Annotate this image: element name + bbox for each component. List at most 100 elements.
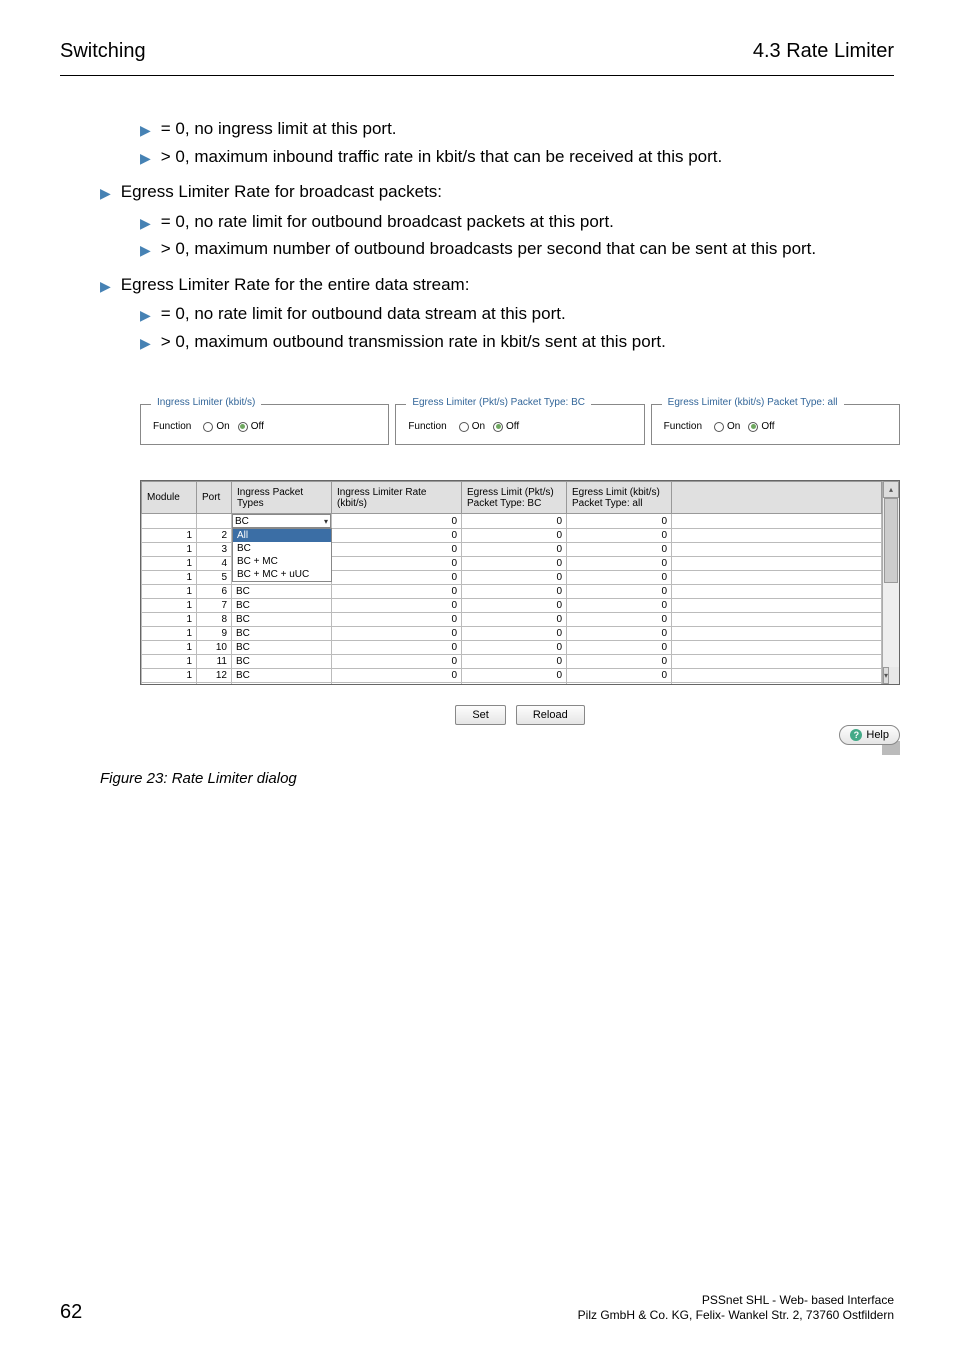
vertical-scrollbar[interactable]: ▴ ▾ bbox=[882, 481, 899, 684]
cell-egress-all[interactable]: 0 bbox=[567, 655, 672, 669]
cell-egress-bc[interactable]: 0 bbox=[462, 543, 567, 557]
groupbox-legend: Egress Limiter (kbit/s) Packet Type: all bbox=[662, 397, 844, 408]
cell-ingress-rate[interactable]: 0 bbox=[332, 543, 462, 557]
radio-on[interactable]: On bbox=[714, 421, 740, 432]
scroll-thumb[interactable] bbox=[884, 498, 898, 583]
cell-ingress-type[interactable]: BC bbox=[232, 613, 332, 627]
cell-spacer bbox=[672, 557, 882, 571]
cell-ingress-rate[interactable]: 0 bbox=[332, 627, 462, 641]
cell-egress-all[interactable]: 0 bbox=[567, 627, 672, 641]
cell-egress-all[interactable]: 0 bbox=[567, 514, 672, 529]
header-right: 4.3 Rate Limiter bbox=[753, 40, 894, 63]
table-row[interactable]: 1 12 BC 0 0 0 bbox=[142, 669, 882, 683]
col-port[interactable]: Port bbox=[197, 482, 232, 514]
cell-ingress-type[interactable]: BC bbox=[232, 641, 332, 655]
cell-egress-all[interactable]: 0 bbox=[567, 529, 672, 543]
cell-ingress-rate[interactable]: 0 bbox=[332, 599, 462, 613]
reload-button[interactable]: Reload bbox=[516, 705, 585, 725]
cell-ingress-type[interactable]: BC bbox=[232, 599, 332, 613]
cell-ingress-type[interactable]: BC bbox=[232, 655, 332, 669]
radio-on[interactable]: On bbox=[459, 421, 485, 432]
col-ingress-type[interactable]: Ingress Packet Types bbox=[232, 482, 332, 514]
dropdown-option[interactable]: All bbox=[233, 529, 331, 542]
cell-egress-all[interactable]: 0 bbox=[567, 557, 672, 571]
cell-ingress-type[interactable]: BC bbox=[232, 683, 332, 686]
col-egress-all[interactable]: Egress Limit (kbit/s) Packet Type: all bbox=[567, 482, 672, 514]
radio-off[interactable]: Off bbox=[748, 421, 774, 432]
section-heading: ▶ Egress Limiter Rate for the entire dat… bbox=[100, 272, 894, 298]
table-row[interactable]: 1 11 BC 0 0 0 bbox=[142, 655, 882, 669]
help-button[interactable]: ? Help bbox=[839, 725, 900, 745]
cell-egress-all[interactable]: 0 bbox=[567, 641, 672, 655]
cell-egress-bc[interactable]: 0 bbox=[462, 585, 567, 599]
cell-ingress-rate[interactable]: 0 bbox=[332, 529, 462, 543]
col-module[interactable]: Module bbox=[142, 482, 197, 514]
cell-egress-all[interactable]: 0 bbox=[567, 683, 672, 686]
cell-ingress-rate[interactable]: 0 bbox=[332, 557, 462, 571]
cell-egress-bc[interactable]: 0 bbox=[462, 655, 567, 669]
table-row[interactable]: 1 7 BC 0 0 0 bbox=[142, 599, 882, 613]
dropdown-option[interactable]: BC bbox=[233, 542, 331, 555]
cell-port: 10 bbox=[197, 641, 232, 655]
footer-line2: Pilz GmbH & Co. KG, Felix- Wankel Str. 2… bbox=[578, 1308, 894, 1324]
cell-egress-bc[interactable]: 0 bbox=[462, 529, 567, 543]
cell-egress-bc[interactable]: 0 bbox=[462, 557, 567, 571]
cell-ingress-rate[interactable]: 0 bbox=[332, 585, 462, 599]
cell-egress-bc[interactable]: 0 bbox=[462, 613, 567, 627]
radio-off[interactable]: Off bbox=[493, 421, 519, 432]
cell-ingress-rate[interactable]: 0 bbox=[332, 683, 462, 686]
ingress-limiter-group: Ingress Limiter (kbit/s) Function On Off bbox=[140, 404, 389, 445]
col-egress-bc[interactable]: Egress Limit (Pkt/s) Packet Type: BC bbox=[462, 482, 567, 514]
table-row[interactable]: 1 13 BC 0 0 0 bbox=[142, 683, 882, 686]
table-row[interactable]: 1 8 BC 0 0 0 bbox=[142, 613, 882, 627]
cell-port: 13 bbox=[197, 683, 232, 686]
cell-egress-bc[interactable]: 0 bbox=[462, 683, 567, 686]
cell-ingress-rate[interactable]: 0 bbox=[332, 514, 462, 529]
cell-ingress-rate[interactable]: 0 bbox=[332, 641, 462, 655]
dialog-screenshot: Ingress Limiter (kbit/s) Function On Off… bbox=[140, 404, 900, 755]
cell-egress-all[interactable]: 0 bbox=[567, 543, 672, 557]
cell-ingress-type[interactable]: BC bbox=[232, 585, 332, 599]
radio-label: On bbox=[216, 421, 229, 432]
cell-egress-bc[interactable]: 0 bbox=[462, 571, 567, 585]
cell-ingress-rate[interactable]: 0 bbox=[332, 655, 462, 669]
cell-egress-bc[interactable]: 0 bbox=[462, 669, 567, 683]
cell-egress-bc[interactable]: 0 bbox=[462, 599, 567, 613]
ingress-type-dropdown[interactable]: BC▾ AllBCBC + MCBC + MC + uUC bbox=[232, 514, 332, 529]
table-row[interactable]: 1 9 BC 0 0 0 bbox=[142, 627, 882, 641]
cell-spacer bbox=[672, 543, 882, 557]
bullet-text: > 0, maximum outbound transmission rate … bbox=[161, 329, 666, 355]
cell-spacer bbox=[672, 613, 882, 627]
cell-ingress-type[interactable]: BC bbox=[232, 627, 332, 641]
dropdown-list[interactable]: AllBCBC + MCBC + MC + uUC bbox=[232, 528, 332, 582]
bullet-arrow-icon: ▶ bbox=[140, 213, 151, 234]
cell-ingress-rate[interactable]: 0 bbox=[332, 669, 462, 683]
cell-egress-bc[interactable]: 0 bbox=[462, 627, 567, 641]
col-ingress-rate[interactable]: Ingress Limiter Rate (kbit/s) bbox=[332, 482, 462, 514]
dropdown-option[interactable]: BC + MC + uUC bbox=[233, 568, 331, 581]
cell-ingress-rate[interactable]: 0 bbox=[332, 571, 462, 585]
dropdown-option[interactable]: BC + MC bbox=[233, 555, 331, 568]
table-row[interactable]: 1 6 BC 0 0 0 bbox=[142, 585, 882, 599]
section-heading: ▶ Egress Limiter Rate for broadcast pack… bbox=[100, 179, 894, 205]
radio-off[interactable]: Off bbox=[238, 421, 264, 432]
cell-module: 1 bbox=[142, 683, 197, 686]
cell-ingress-rate[interactable]: 0 bbox=[332, 613, 462, 627]
cell-egress-all[interactable]: 0 bbox=[567, 571, 672, 585]
scroll-down-button[interactable]: ▾ bbox=[883, 667, 889, 684]
table-row[interactable]: BC▾ AllBCBC + MCBC + MC + uUC 0 0 0 bbox=[142, 514, 882, 529]
cell-spacer bbox=[672, 514, 882, 529]
cell-egress-all[interactable]: 0 bbox=[567, 599, 672, 613]
cell-egress-all[interactable]: 0 bbox=[567, 669, 672, 683]
set-button[interactable]: Set bbox=[455, 705, 506, 725]
cell-egress-bc[interactable]: 0 bbox=[462, 514, 567, 529]
cell-ingress-type[interactable]: BC bbox=[232, 669, 332, 683]
cell-port: 6 bbox=[197, 585, 232, 599]
table-row[interactable]: 1 10 BC 0 0 0 bbox=[142, 641, 882, 655]
cell-egress-all[interactable]: 0 bbox=[567, 613, 672, 627]
scroll-up-button[interactable]: ▴ bbox=[883, 481, 899, 498]
section-title: Egress Limiter Rate for broadcast packet… bbox=[121, 179, 442, 205]
radio-on[interactable]: On bbox=[203, 421, 229, 432]
cell-egress-bc[interactable]: 0 bbox=[462, 641, 567, 655]
cell-egress-all[interactable]: 0 bbox=[567, 585, 672, 599]
